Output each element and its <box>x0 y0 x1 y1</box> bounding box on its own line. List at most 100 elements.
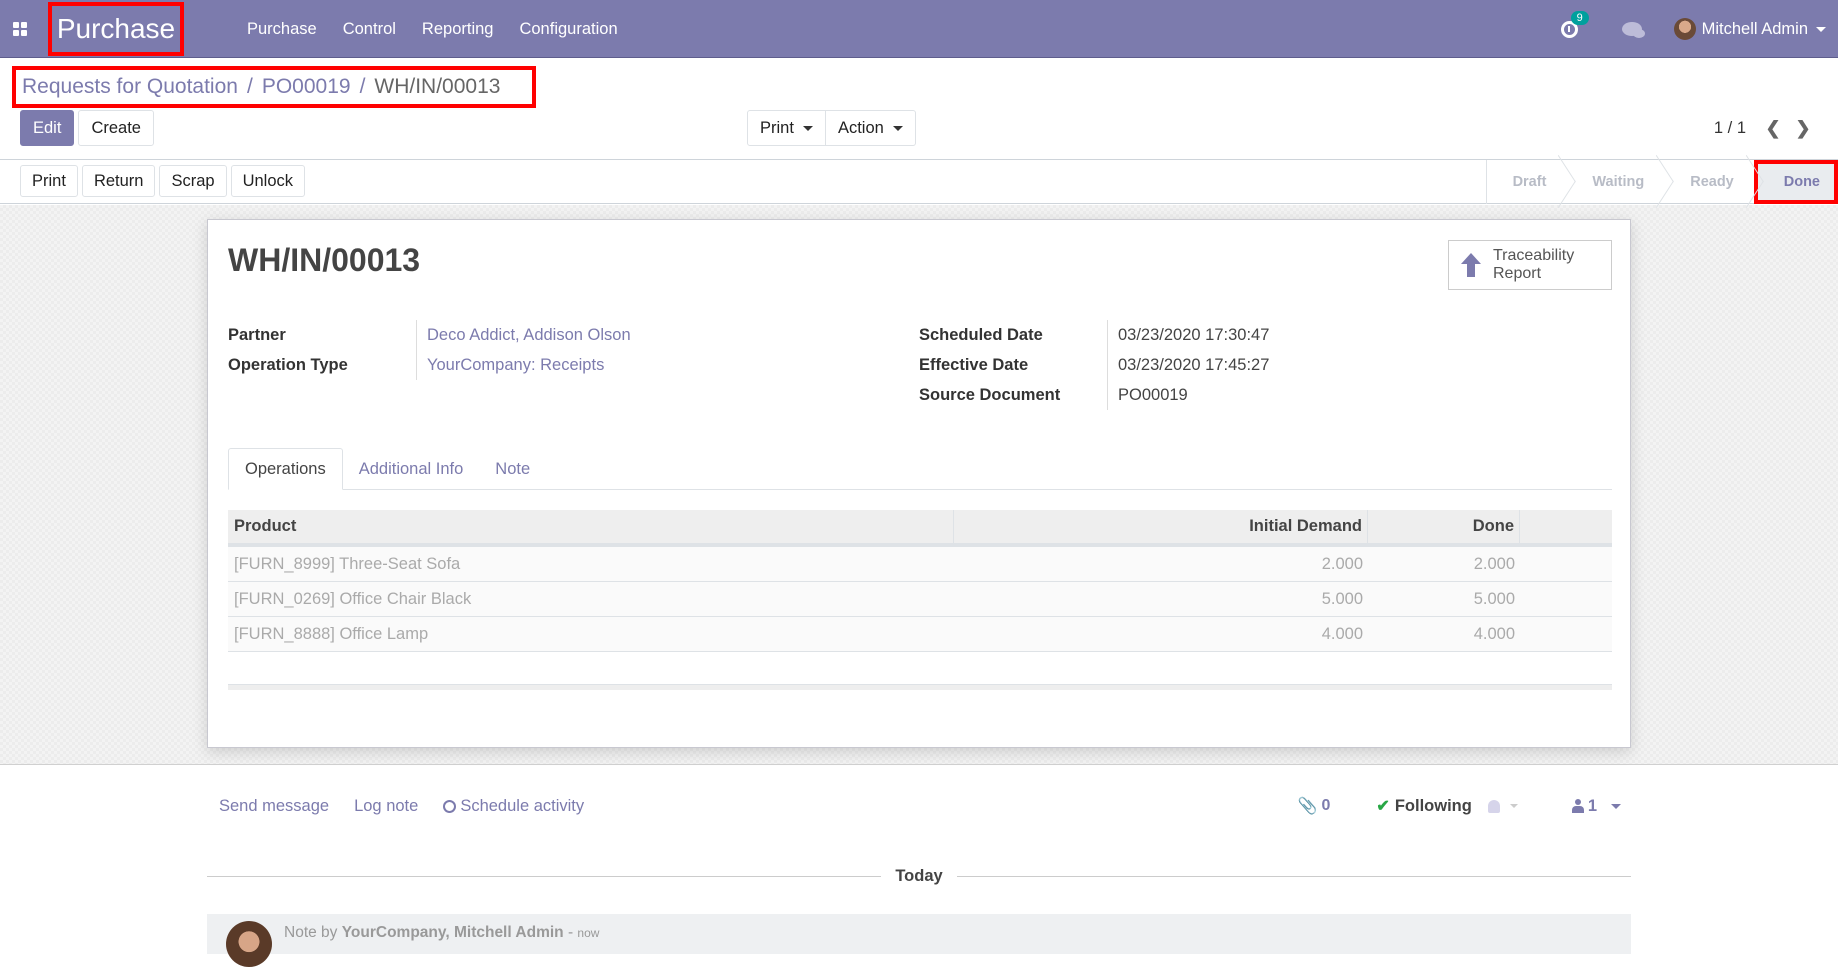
arrow-up-icon <box>1449 252 1493 278</box>
table-spacer <box>228 652 1612 684</box>
print-button[interactable]: Print <box>20 165 78 197</box>
systray: 9 Mitchell Admin <box>1545 0 1838 58</box>
stage-ready[interactable]: Ready <box>1664 160 1754 204</box>
stage-waiting[interactable]: Waiting <box>1566 160 1664 204</box>
detailed-operations-icon[interactable] <box>1530 628 1546 640</box>
menu-configuration[interactable]: Configuration <box>506 20 630 39</box>
effective-date-value: 03/23/2020 17:45:27 <box>1107 350 1269 380</box>
column-done[interactable]: Done <box>1368 510 1520 543</box>
sidebar-actions: Print Action <box>747 110 916 146</box>
pager-value[interactable]: 1 / 1 <box>1714 119 1746 138</box>
action-dropdown-label: Action <box>837 118 884 137</box>
message-author[interactable]: YourCompany, Mitchell Admin <box>342 924 564 941</box>
partner-link[interactable]: Deco Addict, Addison Olson <box>416 320 631 350</box>
right-field-group: Scheduled Date 03/23/2020 17:30:47 Effec… <box>919 320 1519 410</box>
actions-cell <box>1520 547 1612 581</box>
following-button[interactable]: ✔ Following <box>1376 796 1471 816</box>
left-field-group: Partner Deco Addict, Addison Olson Opera… <box>228 320 828 380</box>
field-partner: Partner Deco Addict, Addison Olson <box>228 320 828 350</box>
menu-purchase[interactable]: Purchase <box>234 20 330 39</box>
product-cell: [FURN_0269] Office Chair Black <box>234 589 472 608</box>
stage-done[interactable]: Done <box>1753 160 1838 204</box>
column-product[interactable]: Product <box>228 510 954 543</box>
followers-button[interactable]: 1 <box>1571 796 1621 816</box>
column-actions <box>1520 510 1612 543</box>
date-separator-label: Today <box>895 866 943 885</box>
create-button[interactable]: Create <box>78 110 154 146</box>
field-label: Effective Date <box>919 355 1029 374</box>
field-label: Partner <box>228 325 286 344</box>
stage-pipeline: Draft Waiting Ready Done <box>1485 160 1838 204</box>
initial-demand-cell: 2.000 <box>1321 554 1363 573</box>
log-note-button[interactable]: Log note <box>354 797 418 816</box>
table-row[interactable]: [FURN_8999] Three-Seat Sofa 2.000 2.000 <box>228 547 1612 582</box>
field-label: Operation Type <box>228 355 348 374</box>
action-dropdown[interactable]: Action <box>825 110 916 146</box>
product-cell: [FURN_8999] Three-Seat Sofa <box>234 554 461 573</box>
return-button[interactable]: Return <box>81 165 156 197</box>
traceability-label: Traceability <box>1493 247 1575 264</box>
attachments-button[interactable]: 📎 0 <box>1298 796 1331 816</box>
activity-menu[interactable]: 9 <box>1560 10 1589 38</box>
table-row[interactable]: [FURN_8888] Office Lamp 4.000 4.000 <box>228 617 1612 652</box>
activity-count-badge: 9 <box>1570 10 1589 25</box>
date-separator: Today <box>207 866 1631 886</box>
paperclip-icon: 📎 <box>1297 798 1318 815</box>
stage-draft[interactable]: Draft <box>1487 160 1567 204</box>
pager: 1 / 1 ❮ ❯ <box>1714 110 1818 146</box>
send-message-button[interactable]: Send message <box>219 797 329 816</box>
app-name[interactable]: Purchase <box>48 2 184 56</box>
source-document-value: PO00019 <box>1107 380 1188 410</box>
schedule-activity-label: Schedule activity <box>460 796 585 815</box>
field-source-document: Source Document PO00019 <box>919 380 1519 410</box>
scrap-button[interactable]: Scrap <box>159 165 227 197</box>
author-avatar[interactable] <box>226 921 272 967</box>
user-menu[interactable]: Mitchell Admin <box>1673 18 1826 40</box>
breadcrumb-rfq[interactable]: Requests for Quotation <box>22 75 238 99</box>
messaging-menu[interactable] <box>1621 22 1645 38</box>
chatter-actions: 📎 0 ✔ Following 1 <box>1298 786 1631 826</box>
unlock-button[interactable]: Unlock <box>230 165 306 197</box>
chevron-right-icon[interactable]: ❯ <box>1788 118 1818 139</box>
tab-additional-info[interactable]: Additional Info <box>343 448 480 490</box>
field-effective-date: Effective Date 03/23/2020 17:45:27 <box>919 350 1519 380</box>
breadcrumb-current: WH/IN/00013 <box>374 75 501 98</box>
apps-menu-icon[interactable] <box>0 0 40 58</box>
edit-button[interactable]: Edit <box>20 110 75 146</box>
operation-type-link[interactable]: YourCompany: Receipts <box>416 350 604 380</box>
chatter-message: Note by YourCompany, Mitchell Admin - no… <box>207 914 1631 967</box>
traceability-report-button[interactable]: Traceability Report <box>1448 240 1612 290</box>
caret-down-icon[interactable] <box>1509 804 1518 808</box>
initial-demand-cell: 4.000 <box>1321 624 1363 643</box>
caret-down-icon <box>892 125 903 131</box>
breadcrumb-po[interactable]: PO00019 <box>262 75 351 99</box>
message-time: now <box>577 926 600 940</box>
done-cell: 5.000 <box>1473 589 1515 608</box>
schedule-activity-button[interactable]: Schedule activity <box>443 797 584 816</box>
statusbar-buttons: Print Return Scrap Unlock <box>20 165 306 197</box>
check-icon: ✔ <box>1376 798 1390 815</box>
print-dropdown[interactable]: Print <box>747 110 826 146</box>
menu-control[interactable]: Control <box>330 20 409 39</box>
field-label: Scheduled Date <box>919 325 1043 344</box>
tab-operations[interactable]: Operations <box>228 448 343 490</box>
top-navbar: Purchase Purchase Control Reporting Conf… <box>0 0 1838 58</box>
caret-down-icon <box>1611 803 1621 809</box>
table-row[interactable]: [FURN_0269] Office Chair Black 5.000 5.0… <box>228 582 1612 617</box>
user-name: Mitchell Admin <box>1701 19 1808 38</box>
user-icon <box>1571 799 1584 813</box>
followers-count: 1 <box>1587 796 1597 815</box>
column-initial-demand[interactable]: Initial Demand <box>954 510 1368 543</box>
bell-icon[interactable] <box>1487 799 1500 813</box>
done-cell: 2.000 <box>1473 554 1515 573</box>
actions-cell <box>1520 582 1612 616</box>
detailed-operations-icon[interactable] <box>1530 593 1546 605</box>
menu-reporting[interactable]: Reporting <box>409 20 507 39</box>
breadcrumb-separator: / <box>359 75 366 98</box>
attachments-count: 0 <box>1321 797 1331 814</box>
field-label: Source Document <box>919 385 1061 404</box>
tab-note[interactable]: Note <box>479 448 546 490</box>
breadcrumb: Requests for Quotation / PO00019 / WH/IN… <box>12 66 536 108</box>
statusbar: Print Return Scrap Unlock Draft Waiting … <box>0 160 1838 204</box>
chevron-left-icon[interactable]: ❮ <box>1758 118 1788 139</box>
